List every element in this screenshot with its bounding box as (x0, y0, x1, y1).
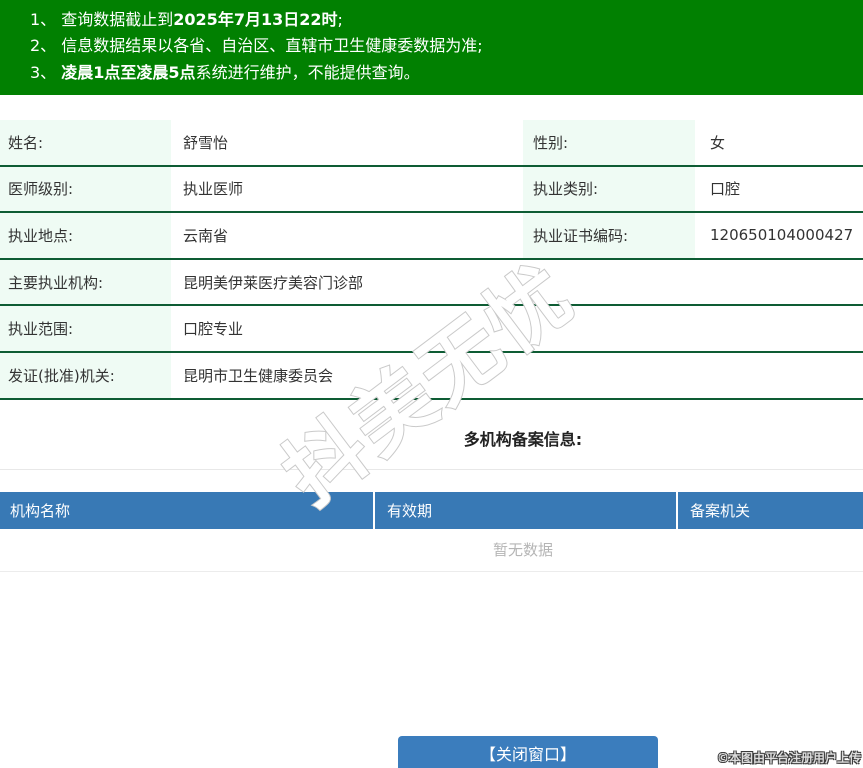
practice-category-label: 执业类别: (523, 166, 695, 212)
table-row-issuing-authority: 发证(批准)机关: 昆明市卫生健康委员会 (0, 352, 863, 400)
practice-scope-label: 执业范围: (0, 306, 171, 351)
notice-line-3-text: 3、 (30, 62, 62, 82)
doctor-level-value: 执业医师 (183, 180, 244, 199)
practitioner-query-page: 1、 查询数据截止到2025年7月13日22时; 2、 信息数据结果以各省、自治… (0, 0, 863, 768)
table-row-main-institution: 主要执业机构: 昆明美伊莱医疗美容门诊部 (0, 259, 863, 307)
section-divider (0, 469, 863, 470)
table-row-level-category: 医师级别: 执业医师 执业类别: 口腔 (0, 166, 863, 214)
issuing-authority-value: 昆明市卫生健康委员会 (183, 366, 334, 385)
practice-category-value: 口腔 (710, 180, 741, 199)
issuing-authority-label: 发证(批准)机关: (0, 352, 171, 398)
license-number-value: 120650104000427 (710, 226, 854, 245)
column-header-institution-name: 机构名称 (10, 502, 71, 520)
practice-scope-value: 口腔专业 (183, 320, 244, 339)
notice-line-2: 2、 信息数据结果以各省、自治区、直辖市卫生健康委数据为准; (30, 33, 863, 59)
registration-table-header: 机构名称 有效期 备案机关 (0, 492, 863, 529)
notice-line-1-bold: 2025年7月13日22时 (173, 10, 338, 29)
copyright-stamp: ©本图由平台注册用户上传 (716, 751, 861, 765)
gender-value: 女 (710, 133, 726, 152)
name-value: 舒雪怡 (183, 133, 229, 152)
name-label: 姓名: (0, 120, 171, 165)
registration-empty-state: 暂无数据 (0, 529, 863, 572)
multi-institution-section-title: 多机构备案信息: (463, 430, 583, 449)
practitioner-info-table: 姓名: 舒雪怡 性别: 女 医师级别: 执业医师 执业类别: 口腔 执业地点: … (0, 120, 863, 400)
main-institution-label: 主要执业机构: (0, 259, 171, 305)
notice-line-3: 3、 凌晨1点至凌晨5点系统进行维护，不能提供查询。 (30, 60, 863, 86)
notice-line-1-suffix: ; (337, 10, 343, 29)
notice-line-2-text: 2、 信息数据结果以各省、自治区、直辖市卫生健康委数据为准; (30, 36, 483, 56)
notice-line-1: 1、 查询数据截止到2025年7月13日22时; (30, 7, 863, 33)
column-header-filing-authority: 备案机关 (676, 492, 863, 529)
license-number-label: 执业证书编码: (523, 213, 695, 258)
gender-label: 性别: (523, 120, 695, 165)
page-inner: 1、 查询数据截止到2025年7月13日22时; 2、 信息数据结果以各省、自治… (0, 0, 863, 768)
notice-line-3-suffix: 系统进行维护，不能提供查询。 (195, 62, 420, 82)
main-institution-value: 昆明美伊莱医疗美容门诊部 (183, 273, 364, 292)
close-window-button[interactable]: 【关闭窗口】 (398, 736, 658, 768)
notice-banner: 1、 查询数据截止到2025年7月13日22时; 2、 信息数据结果以各省、自治… (0, 0, 863, 95)
table-row-location-license: 执业地点: 云南省 执业证书编码: 120650104000427 (0, 213, 863, 260)
practice-location-value: 云南省 (183, 226, 229, 245)
doctor-level-label: 医师级别: (0, 166, 171, 212)
table-row-name-gender: 姓名: 舒雪怡 性别: 女 (0, 120, 863, 167)
notice-line-3-bold: 凌晨1点至凌晨5点 (61, 62, 196, 82)
practice-location-label: 执业地点: (0, 213, 171, 258)
column-header-validity-period: 有效期 (373, 492, 676, 529)
notice-line-1-text: 1、 查询数据截止到 (30, 10, 174, 29)
table-row-practice-scope: 执业范围: 口腔专业 (0, 306, 863, 353)
